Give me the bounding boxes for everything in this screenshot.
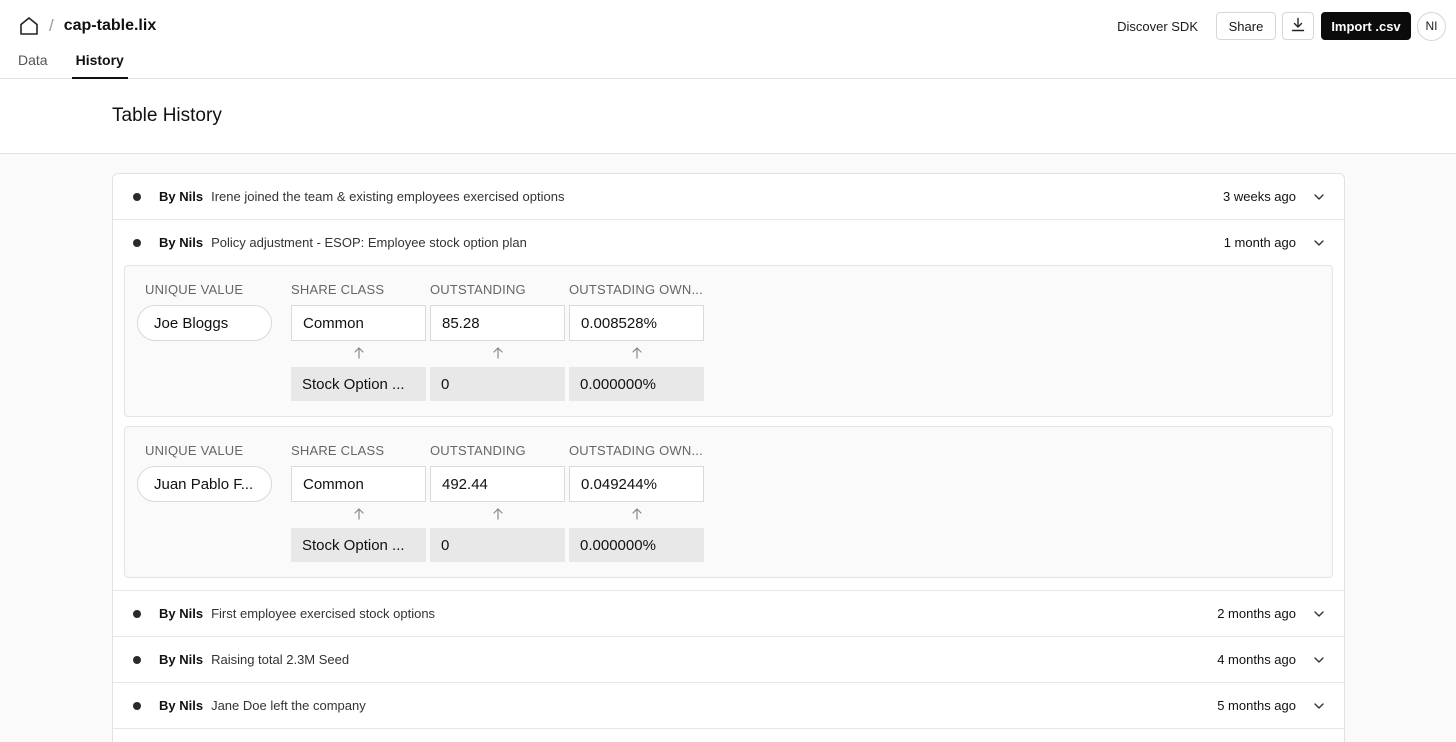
entry-time: 1 month ago [1223,235,1296,250]
chevron-down-icon[interactable] [1312,190,1326,204]
file-name[interactable]: cap-table.lix [64,17,156,35]
title-band: Table History [0,79,1456,154]
discover-sdk-link[interactable]: Discover SDK [1117,19,1198,34]
share-class-current: Common [291,305,426,341]
entry-message: Irene joined the team & existing employe… [211,189,565,204]
arrow-up-icon [630,507,644,521]
history-list: By Nils Irene joined the team & existing… [112,173,1345,742]
history-entry: By Nils Irene joined the team & existing… [113,174,1344,220]
tab-data[interactable]: Data [18,51,48,79]
column-header-share-class: SHARE CLASS [291,443,385,458]
outstanding-previous: 0 [430,528,565,562]
history-entry: By Nils Raising total 2.3M Seed 4 months… [113,637,1344,683]
share-class-current: Common [291,466,426,502]
entry-details: UNIQUE VALUE SHARE CLASS OUTSTANDING OUT… [113,265,1344,590]
history-entry: By Nils Policy adjustment - ESOP: Employ… [113,220,1344,591]
home-icon[interactable] [18,15,40,37]
download-icon [1291,17,1305,35]
entry-time: 4 months ago [1217,652,1296,667]
entry-message: Raising total 2.3M Seed [211,652,350,667]
entry-author: By Nils [159,189,204,204]
share-class-previous: Stock Option ... [291,528,426,562]
entry-author: By Nils [159,606,204,621]
entry-message: Jane Doe left the company [211,698,366,713]
share-button[interactable]: Share [1216,12,1276,40]
entry-time: 5 months ago [1217,698,1296,713]
column-header-ownership: OUTSTADING OWN... [569,282,703,297]
outstanding-current: 85.28 [430,305,565,341]
arrow-up-icon [491,507,505,521]
history-entry-header[interactable]: By Nils Policy adjustment - ESOP: Employ… [113,220,1344,265]
history-entry-header[interactable]: By Nils Jane Doe left the company 5 mont… [113,683,1344,728]
download-button[interactable] [1282,12,1314,40]
unique-value-chip: Juan Pablo F... [137,466,272,502]
unique-value-chip: Joe Bloggs [137,305,272,341]
entry-message: First employee exercised stock options [211,606,436,621]
breadcrumb-separator: / [49,16,54,35]
tab-history[interactable]: History [71,51,129,79]
change-card: UNIQUE VALUE SHARE CLASS OUTSTANDING OUT… [124,265,1333,417]
page-title: Table History [112,105,222,126]
entry-author: By Nils [159,235,204,250]
chevron-down-icon[interactable] [1312,699,1326,713]
outstanding-previous: 0 [430,367,565,401]
breadcrumb: / cap-table.lix [18,14,156,38]
history-entry: By Nils First employee exercised stock o… [113,591,1344,637]
chevron-down-icon[interactable] [1312,653,1326,667]
entry-time: 2 months ago [1217,606,1296,621]
column-header-ownership: OUTSTADING OWN... [569,443,703,458]
share-class-previous: Stock Option ... [291,367,426,401]
view-tabs: Data History [18,51,152,79]
column-header-unique-value: UNIQUE VALUE [145,282,244,297]
entry-author: By Nils [159,652,204,667]
entry-dot [133,609,141,618]
arrow-up-icon [491,346,505,360]
entry-dot [133,192,141,201]
arrow-up-icon [352,507,366,521]
column-header-share-class: SHARE CLASS [291,282,385,297]
column-header-outstanding: OUTSTANDING [430,443,526,458]
entry-author: By Nils [159,698,204,713]
avatar[interactable]: NI [1417,11,1446,41]
entry-dot [133,701,141,710]
ownership-previous: 0.000000% [569,528,704,562]
entry-time: 3 weeks ago [1223,189,1296,204]
ownership-current: 0.008528% [569,305,704,341]
history-entry-header[interactable]: By Nils Irene joined the team & existing… [113,174,1344,219]
history-entry-header[interactable]: By Nils First employee exercised stock o… [113,591,1344,636]
header-actions: Discover SDK Share Import .csv NI [1117,11,1446,41]
history-entry: By Nils Jane Doe left the company 5 mont… [113,683,1344,729]
arrow-up-icon [630,346,644,360]
top-bar: / cap-table.lix Discover SDK Share Impor… [0,0,1456,79]
history-entry-header[interactable]: By Nils Raising total 2.3M Seed 4 months… [113,637,1344,682]
import-csv-button[interactable]: Import .csv [1321,12,1411,40]
arrow-up-icon [352,346,366,360]
outstanding-current: 492.44 [430,466,565,502]
column-header-outstanding: OUTSTANDING [430,282,526,297]
entry-dot [133,238,141,247]
change-card: UNIQUE VALUE SHARE CLASS OUTSTANDING OUT… [124,426,1333,578]
chevron-down-icon[interactable] [1312,236,1326,250]
column-header-unique-value: UNIQUE VALUE [145,443,244,458]
ownership-previous: 0.000000% [569,367,704,401]
entry-dot [133,655,141,664]
entry-message: Policy adjustment - ESOP: Employee stock… [211,235,527,250]
ownership-current: 0.049244% [569,466,704,502]
chevron-down-icon[interactable] [1312,607,1326,621]
